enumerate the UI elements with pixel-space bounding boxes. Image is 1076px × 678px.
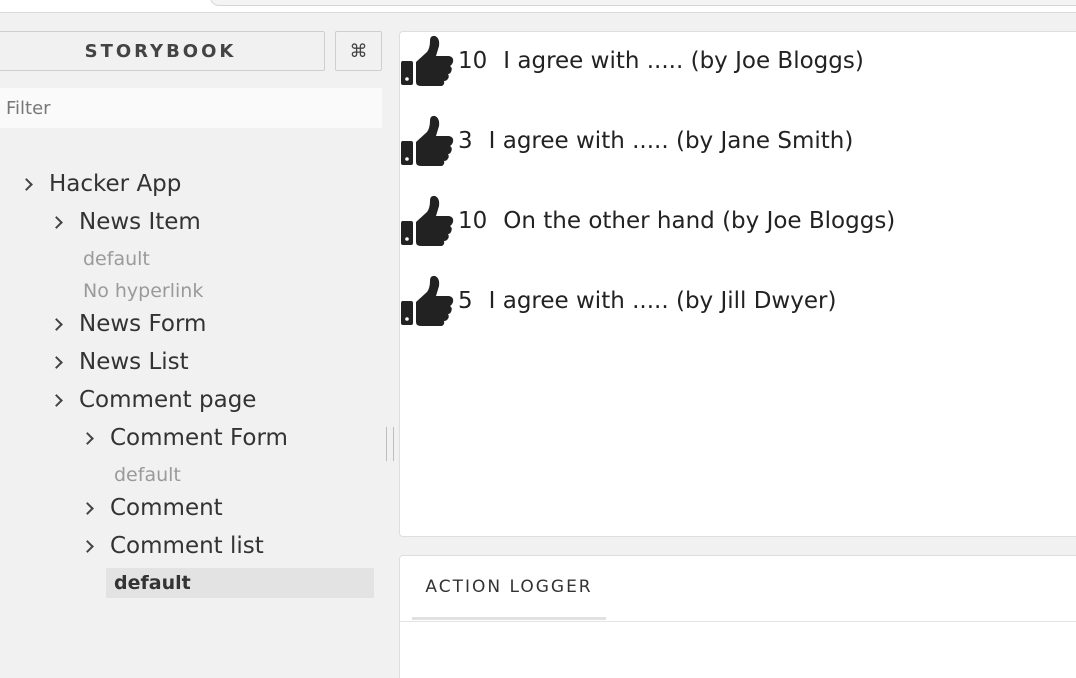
chevron-right-icon [81,431,94,445]
comment-row: 10 I agree with ..... (by Joe Bloggs) [400,32,864,90]
tree-kind-comment-form[interactable]: Comment Form [81,422,288,454]
command-icon: ⌘ [349,40,368,62]
shortcuts-button[interactable]: ⌘ [335,31,382,71]
comment-text: I agree with ..... (by Jane Smith) [488,128,854,154]
tree-kind-comment-list[interactable]: Comment list [81,530,264,562]
story-comment-form-default[interactable]: default [114,460,181,490]
tree-kind-label: News Item [79,209,201,235]
tree-kind-news-list[interactable]: News List [50,346,189,378]
comment-text: I agree with ..... (by Jill Dwyer) [488,288,837,314]
story-news-item-default[interactable]: default [83,244,150,274]
chevron-right-icon [20,177,33,191]
chevron-right-icon [50,215,63,229]
comment-text: I agree with ..... (by Joe Bloggs) [503,48,864,74]
tree-kind-label: News List [79,349,189,375]
browser-address-bar[interactable] [210,0,1076,6]
tree-kind-news-item[interactable]: News Item [50,206,201,238]
tree-kind-comment[interactable]: Comment [81,492,223,524]
filter-input[interactable] [0,88,382,128]
chevron-right-icon [50,355,63,369]
tree-kind-label: Comment Form [110,425,288,451]
addons-panel: ACTION LOGGER [399,555,1076,678]
comment-row: 5 I agree with ..... (by Jill Dwyer) [400,272,836,330]
comment-row: 3 I agree with ..... (by Jane Smith) [400,112,853,170]
tree-kind-label: Comment [110,495,223,521]
tree-kind-hacker-app[interactable]: Hacker App [20,168,181,200]
comment-score: 10 [458,208,488,234]
thumbs-up-icon[interactable] [400,32,456,90]
thumbs-up-icon[interactable] [400,272,456,330]
comment-score: 5 [458,288,473,314]
chevron-right-icon [81,539,94,553]
comment-score: 10 [458,48,488,74]
addons-tab-divider [400,621,1076,622]
chevron-right-icon [50,317,63,331]
tree-kind-label: Hacker App [49,171,182,197]
chevron-right-icon [50,393,63,407]
tree-kind-comment-page[interactable]: Comment page [50,384,256,416]
story-news-item-no-hyperlink[interactable]: No hyperlink [83,276,203,306]
tree-kind-news-form[interactable]: News Form [50,308,206,340]
browser-top-strip [0,0,1076,13]
thumbs-up-icon[interactable] [400,112,456,170]
comment-row: 10 On the other hand (by Joe Bloggs) [400,192,895,250]
story-comment-list-default-selected[interactable]: default [106,568,374,598]
thumbs-up-icon[interactable] [400,192,456,250]
comment-score: 3 [458,128,473,154]
preview-panel: 10 I agree with ..... (by Joe Bloggs) 3 … [399,31,1076,537]
tree-kind-label: Comment list [110,533,264,559]
chevron-right-icon [81,501,94,515]
sidebar: STORYBOOK ⌘ Hacker App News Item default… [0,14,384,678]
tab-action-logger[interactable]: ACTION LOGGER [412,556,606,620]
tree-kind-label: News Form [79,311,207,337]
panel-resize-handle[interactable] [386,427,394,461]
tree-kind-label: Comment page [79,387,257,413]
comment-text: On the other hand (by Joe Bloggs) [503,208,896,234]
storybook-brand-button[interactable]: STORYBOOK [0,31,325,71]
